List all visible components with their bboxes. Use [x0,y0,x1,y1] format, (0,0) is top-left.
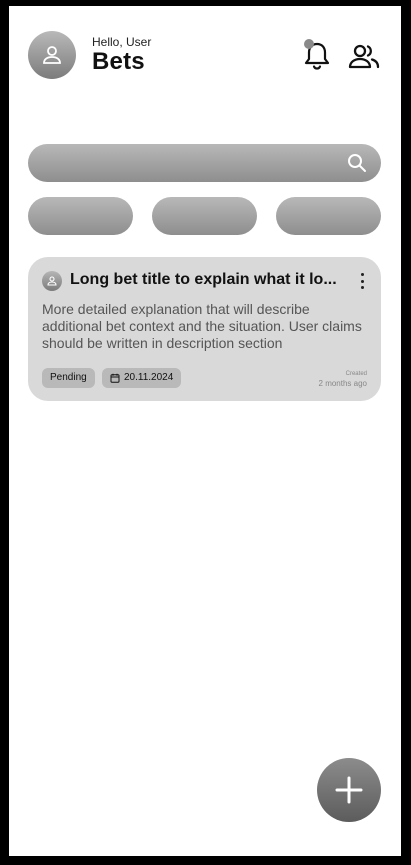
more-vertical-icon[interactable] [357,273,367,289]
bet-card[interactable]: Long bet title to explain what it lo... … [28,257,381,401]
bet-date: 20.11.2024 [124,372,174,383]
filter-chip-2[interactable] [152,197,257,235]
plus-icon [335,776,363,804]
add-bet-button[interactable] [317,758,381,822]
people-icon[interactable] [348,43,380,69]
user-icon [43,46,61,64]
calendar-icon [110,373,120,383]
filter-chip-3[interactable] [276,197,381,235]
filter-chip-1[interactable] [28,197,133,235]
page-title: Bets [92,48,145,75]
date-badge: 20.11.2024 [102,368,182,388]
greeting-text: Hello, User [92,35,152,49]
app-screen: Hello, User Bets Long bet title to expla… [9,6,401,856]
notification-dot [304,39,314,49]
created-time: 2 months ago [318,379,367,388]
search-icon[interactable] [347,153,367,173]
bet-title: Long bet title to explain what it lo... [70,271,337,288]
status-badge: Pending [42,368,95,388]
created-label: Created [345,371,367,377]
bet-author-avatar [42,271,62,291]
user-icon [47,276,57,286]
search-input[interactable] [28,144,381,182]
bet-description: More detailed explanation that will desc… [42,301,362,351]
user-avatar[interactable] [28,31,76,79]
